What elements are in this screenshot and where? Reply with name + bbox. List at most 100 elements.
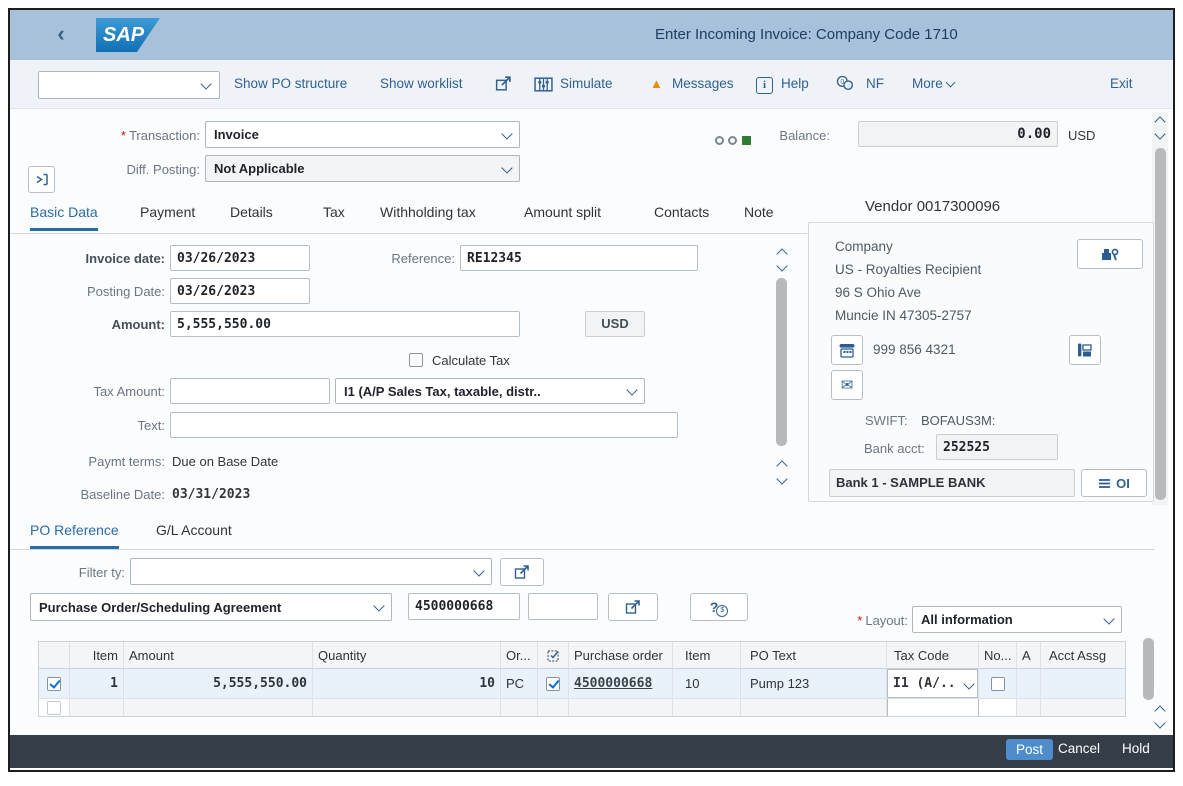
required-asterisk: * (857, 613, 862, 628)
tab-withholding-tax[interactable]: Withholding tax (380, 204, 476, 228)
help-button[interactable]: Help (781, 76, 809, 91)
tab-contacts[interactable]: Contacts (654, 204, 709, 228)
cell-amount[interactable]: 5,555,550.00 (124, 669, 313, 699)
col-quantity[interactable]: Quantity (313, 642, 501, 669)
bank-acct-label: Bank acct: (864, 441, 925, 456)
email-button[interactable]: ✉ (831, 370, 863, 400)
back-icon[interactable]: ‹ (50, 23, 72, 47)
reference-doc-category-dropdown[interactable]: Purchase Order/Scheduling Agreement (30, 593, 392, 621)
final-invoice-checkbox[interactable] (546, 677, 560, 691)
row-select-checkbox[interactable] (47, 677, 61, 691)
filter-adopt-button[interactable] (500, 558, 544, 586)
command-combobox[interactable] (38, 71, 220, 99)
fax-button[interactable] (1069, 335, 1101, 365)
cancel-button[interactable]: Cancel (1058, 741, 1100, 756)
tab-amount-split[interactable]: Amount split (524, 204, 601, 228)
bank-name-field[interactable]: Bank 1 - SAMPLE BANK (829, 469, 1075, 497)
vendor-master-button[interactable] (1077, 239, 1143, 269)
nf-button[interactable]: NF (866, 76, 884, 91)
no-checkbox[interactable] (991, 677, 1005, 691)
item-tabstrip: PO Reference G/L Account (10, 518, 1155, 550)
form-scroll-down-icon[interactable] (776, 260, 787, 271)
chevron-down-icon (501, 128, 512, 139)
tab-gl-account[interactable]: G/L Account (156, 522, 232, 546)
tax-amount-field[interactable] (170, 378, 330, 404)
window-arrow-icon (624, 598, 642, 616)
reference-label: Reference: (340, 251, 455, 266)
table-scroll-down-icon[interactable] (1154, 717, 1165, 728)
form-scroll-up-icon[interactable] (776, 248, 787, 259)
oi-button[interactable]: OI (1081, 469, 1147, 497)
table-row-empty[interactable] (39, 699, 1125, 716)
hold-button[interactable]: Hold (1122, 741, 1150, 756)
services-for-object-icon[interactable] (494, 74, 513, 98)
post-button[interactable]: Post (1006, 739, 1053, 760)
header-display-icon (34, 172, 49, 187)
more-button[interactable]: More (912, 76, 954, 91)
cell-final-invoice[interactable] (538, 669, 569, 699)
transaction-dropdown[interactable]: Invoice (205, 121, 520, 148)
col-final-invoice[interactable] (538, 642, 569, 669)
bank-acct-field[interactable] (936, 434, 1058, 460)
col-order-unit[interactable]: Or... (501, 642, 538, 669)
tab-details[interactable]: Details (230, 204, 273, 228)
terms-scroll-up-icon[interactable] (776, 460, 787, 471)
tab-tax[interactable]: Tax (323, 204, 345, 228)
tab-payment[interactable]: Payment (140, 204, 195, 228)
simulate-button[interactable]: Simulate (560, 76, 613, 91)
col-no[interactable]: No... (979, 642, 1017, 669)
select-column-header[interactable] (39, 642, 70, 669)
row-select-checkbox[interactable] (47, 701, 61, 715)
row-select-cell[interactable] (39, 669, 70, 699)
tab-note[interactable]: Note (744, 204, 774, 228)
vendor-address-line3: 96 S Ohio Ave (835, 285, 921, 300)
exit-button[interactable]: Exit (1110, 76, 1133, 91)
messages-button[interactable]: Messages (672, 76, 734, 91)
po-item-field[interactable] (528, 593, 598, 620)
adopt-button[interactable] (608, 593, 658, 621)
balance-field[interactable] (858, 121, 1058, 147)
phone-button[interactable] (831, 335, 863, 365)
calculate-tax-checkbox[interactable] (409, 353, 423, 367)
header-display-button[interactable] (28, 166, 55, 193)
tab-po-reference[interactable]: PO Reference (30, 522, 119, 549)
invoice-date-field[interactable] (170, 245, 310, 271)
filter-type-dropdown[interactable] (130, 558, 492, 585)
tab-basic-data[interactable]: Basic Data (30, 204, 98, 231)
col-acct-assg[interactable]: Acct Assg (1041, 642, 1125, 669)
po-number-field[interactable] (408, 593, 520, 620)
layout-dropdown[interactable]: All information (912, 606, 1122, 633)
calculate-tax-label: Calculate Tax (432, 353, 510, 368)
diff-posting-dropdown[interactable]: Not Applicable (205, 155, 520, 182)
col-purchase-order[interactable]: Purchase order (569, 642, 673, 669)
col-tax-code[interactable]: Tax Code (887, 642, 979, 669)
chevron-down-icon (501, 162, 512, 173)
show-worklist-button[interactable]: Show worklist (380, 76, 463, 91)
reference-field[interactable] (460, 245, 698, 271)
terms-scroll-down-icon[interactable] (776, 473, 787, 484)
col-po-item[interactable]: Item (673, 642, 741, 669)
scrollbar-thumb[interactable] (1155, 148, 1166, 500)
purchase-order-link[interactable]: 4500000668 (574, 676, 652, 691)
posting-date-field[interactable] (170, 278, 310, 304)
cell-quantity[interactable]: 10 (313, 669, 501, 699)
col-item[interactable]: Item (70, 642, 124, 669)
amount-field[interactable] (170, 311, 520, 337)
table-scrollbar-thumb[interactable] (1143, 638, 1154, 700)
currency-field[interactable]: USD (585, 311, 645, 337)
table-scroll-up-icon[interactable] (1154, 705, 1165, 716)
cell-no[interactable] (979, 669, 1017, 699)
col-po-text[interactable]: PO Text (741, 642, 887, 669)
row-select-cell[interactable] (39, 699, 70, 716)
form-scrollbar-thumb[interactable] (776, 278, 787, 446)
table-row[interactable]: 1 5,555,550.00 10 PC 4500000668 10 Pump … (39, 669, 1125, 699)
propose-values-button[interactable]: ?$ (690, 593, 748, 621)
show-po-structure-button[interactable]: Show PO structure (234, 76, 347, 91)
baseline-date-value: 03/31/2023 (172, 487, 250, 502)
col-a[interactable]: A (1017, 642, 1041, 669)
tax-code-dropdown[interactable]: I1 (A/P Sales Tax, taxable, distr.. (335, 378, 645, 404)
col-amount[interactable]: Amount (124, 642, 313, 669)
row-tax-code-dropdown[interactable]: I1 (A/.. (887, 669, 978, 698)
text-field[interactable] (170, 412, 678, 438)
items-table: Item Amount Quantity Or... Purchase orde… (38, 641, 1126, 717)
